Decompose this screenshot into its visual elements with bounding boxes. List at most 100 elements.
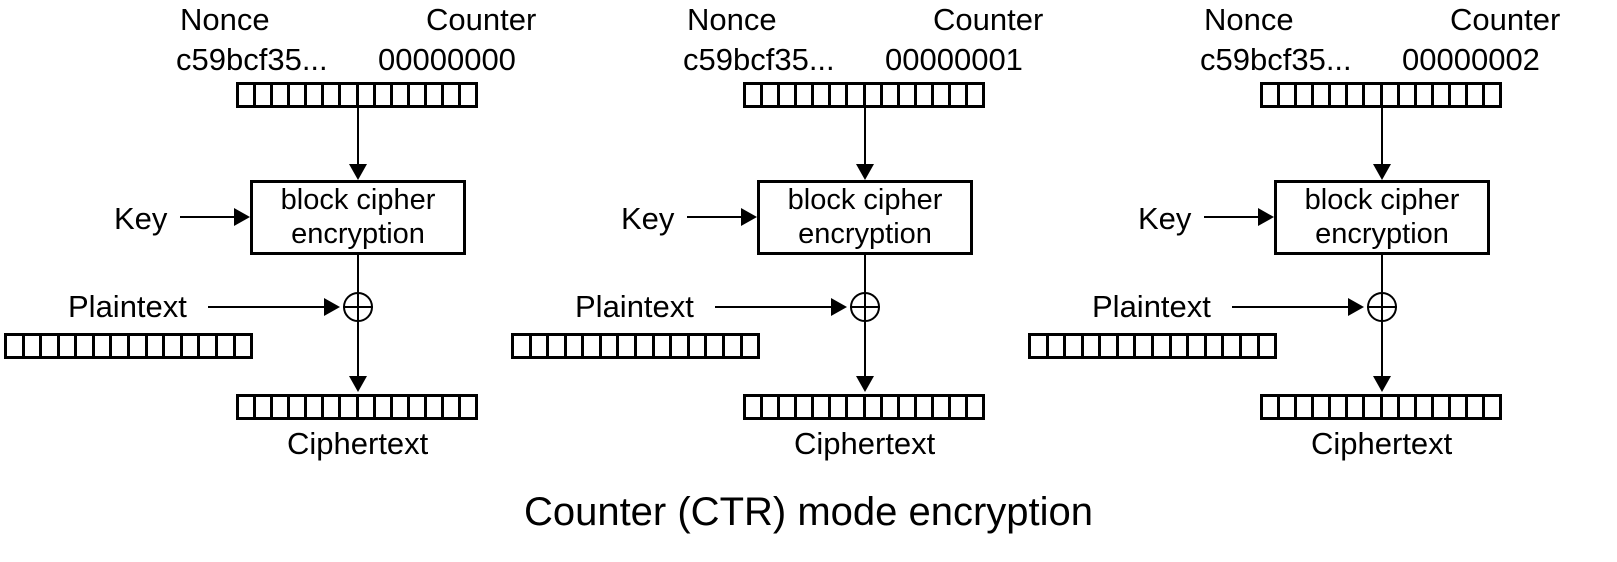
arrow-right-icon xyxy=(741,208,757,226)
bit-cell xyxy=(359,397,376,417)
bit-cell xyxy=(461,85,475,105)
block-cipher-encryption-box: block cipher encryption xyxy=(250,180,466,255)
xor-to-ciphertext-line xyxy=(357,322,359,378)
key-label: Key xyxy=(1138,201,1192,236)
bit-cell xyxy=(866,397,883,417)
arrow-right-icon xyxy=(324,298,340,316)
plaintext-label: Plaintext xyxy=(68,289,187,324)
bit-cell xyxy=(602,336,620,356)
bit-cell xyxy=(7,336,25,356)
arrow-right-icon xyxy=(831,298,847,316)
bit-cell xyxy=(1189,336,1207,356)
bit-cell xyxy=(341,397,359,417)
bit-cell xyxy=(1263,85,1281,105)
bit-cell xyxy=(130,336,148,356)
arrow-down-icon xyxy=(349,376,367,392)
bit-cell xyxy=(746,85,764,105)
cipher-box-line-1: block cipher xyxy=(1304,184,1460,217)
bit-cell xyxy=(1297,397,1315,417)
bit-cell xyxy=(393,85,410,105)
bit-cell xyxy=(236,336,251,356)
bit-cell xyxy=(1348,397,1366,417)
block-cipher-encryption-box: block cipher encryption xyxy=(757,180,973,255)
bit-cell xyxy=(514,336,532,356)
bit-cell xyxy=(814,85,832,105)
bit-cell xyxy=(341,85,359,105)
bit-cell xyxy=(427,85,444,105)
ciphertext-register xyxy=(1260,394,1502,420)
bit-cell xyxy=(1417,85,1434,105)
bit-cell xyxy=(307,397,325,417)
arrow-down-icon xyxy=(1373,376,1391,392)
arrow-right-icon xyxy=(1348,298,1364,316)
plaintext-register xyxy=(4,333,253,359)
bit-cell xyxy=(1468,397,1486,417)
bit-cell xyxy=(1280,85,1298,105)
bit-cell xyxy=(42,336,60,356)
bit-cell xyxy=(1365,397,1383,417)
bit-cell xyxy=(444,397,462,417)
nonce-label: Nonce xyxy=(180,2,270,37)
bit-cell xyxy=(746,397,764,417)
ctr-block-1: Nonce Counter c59bcf35... 00000000 Key b… xyxy=(0,0,536,470)
bit-cell xyxy=(1084,336,1102,356)
bit-cell xyxy=(256,85,274,105)
bit-cell xyxy=(1314,85,1332,105)
bit-cell xyxy=(1383,85,1400,105)
bit-cell xyxy=(1348,85,1366,105)
bit-cell xyxy=(410,85,427,105)
bit-cell xyxy=(690,336,708,356)
counter-block-register xyxy=(236,82,478,108)
bit-cell xyxy=(60,336,78,356)
bit-cell xyxy=(763,85,781,105)
bit-cell xyxy=(1485,85,1499,105)
bit-cell xyxy=(256,397,274,417)
arrow-down-icon xyxy=(856,164,874,180)
bit-cell xyxy=(1331,85,1349,105)
bit-cell xyxy=(637,336,655,356)
cipher-to-xor-line xyxy=(357,255,359,293)
bit-cell xyxy=(934,397,951,417)
arrow-down-icon xyxy=(1373,164,1391,180)
bit-cell xyxy=(968,85,982,105)
counter-label: Counter xyxy=(1450,2,1561,37)
bit-cell xyxy=(1434,85,1451,105)
plaintext-to-xor-line xyxy=(1232,306,1350,308)
bit-cell xyxy=(239,85,257,105)
diagram-caption: Counter (CTR) mode encryption xyxy=(523,490,1094,534)
bit-cell xyxy=(743,336,758,356)
key-to-cipher-line xyxy=(180,216,236,218)
bit-cell xyxy=(866,85,883,105)
bit-cell xyxy=(1154,336,1172,356)
cipher-box-line-2: encryption xyxy=(798,217,932,250)
nonce-value: c59bcf35... xyxy=(1200,42,1352,77)
bit-cell xyxy=(444,85,462,105)
bit-cell xyxy=(1280,397,1298,417)
bit-cell xyxy=(1066,336,1084,356)
bit-cell xyxy=(200,336,218,356)
bit-cell xyxy=(1263,397,1281,417)
bit-cell xyxy=(917,397,934,417)
bit-cell xyxy=(239,397,257,417)
bit-cell xyxy=(968,397,982,417)
nonce-label: Nonce xyxy=(687,2,777,37)
bit-cell xyxy=(1417,397,1434,417)
bit-cell xyxy=(1314,397,1332,417)
xor-bar-vertical xyxy=(1381,292,1383,322)
bit-cell xyxy=(1383,397,1400,417)
bit-cell xyxy=(324,397,342,417)
bit-cell xyxy=(1400,85,1417,105)
bit-cell xyxy=(427,397,444,417)
ciphertext-label: Ciphertext xyxy=(1311,426,1453,461)
cipher-box-line-1: block cipher xyxy=(280,184,436,217)
bit-cell xyxy=(951,397,969,417)
bit-cell xyxy=(951,85,969,105)
xor-to-ciphertext-line xyxy=(864,322,866,378)
bit-cell xyxy=(725,336,743,356)
counter-to-cipher-line xyxy=(864,108,866,166)
ctr-block-2: Nonce Counter c59bcf35... 00000001 Key b… xyxy=(507,0,1043,470)
bit-cell xyxy=(831,85,849,105)
bit-cell xyxy=(77,336,95,356)
cipher-box-line-2: encryption xyxy=(291,217,425,250)
plaintext-label: Plaintext xyxy=(1092,289,1211,324)
